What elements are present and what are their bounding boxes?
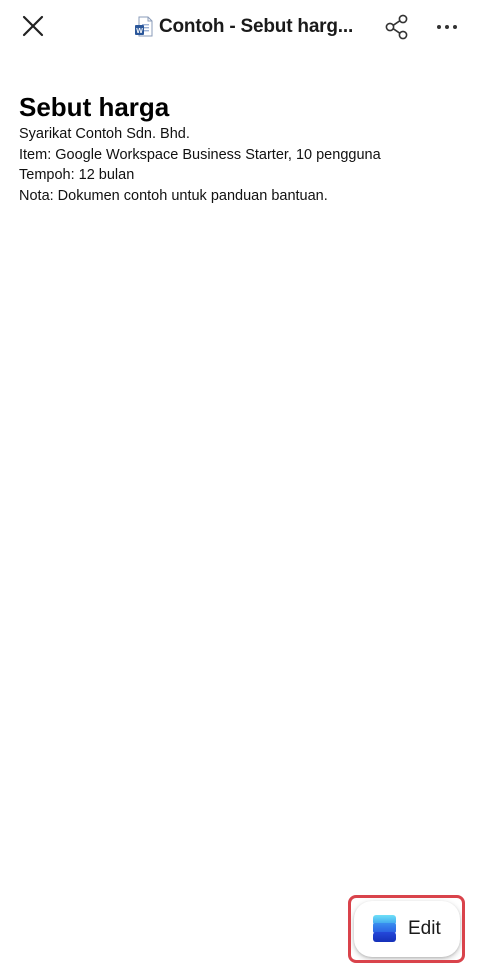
document-line-period: Tempoh: 12 bulan (19, 167, 135, 183)
document-title-text: Contoh - Sebut harg... (159, 16, 354, 37)
share-button[interactable] (382, 12, 412, 42)
document-title[interactable]: W Contoh - Sebut harg... (134, 13, 364, 41)
edit-button[interactable]: Edit (354, 901, 460, 957)
svg-text:W: W (136, 28, 143, 35)
document-viewer: W Contoh - Sebut harg... Sebut harga Sya… (0, 0, 480, 980)
word-document-icon: W (135, 16, 153, 37)
close-icon (22, 15, 44, 37)
share-icon (385, 14, 408, 40)
more-horizontal-icon (437, 25, 457, 29)
top-app-bar: W Contoh - Sebut harg... (0, 0, 480, 54)
document-line-company: Syarikat Contoh Sdn. Bhd. (19, 126, 190, 142)
edit-app-icon (373, 915, 396, 942)
document-heading: Sebut harga (19, 92, 170, 122)
edit-button-label: Edit (408, 918, 441, 939)
document-line-item: Item: Google Workspace Business Starter,… (19, 146, 381, 163)
close-button[interactable] (18, 11, 48, 41)
document-content: Sebut harga Syarikat Contoh Sdn. Bhd. It… (19, 90, 459, 206)
document-line-note: Nota: Dokumen contoh untuk panduan bantu… (19, 187, 328, 204)
more-options-button[interactable] (432, 12, 462, 42)
